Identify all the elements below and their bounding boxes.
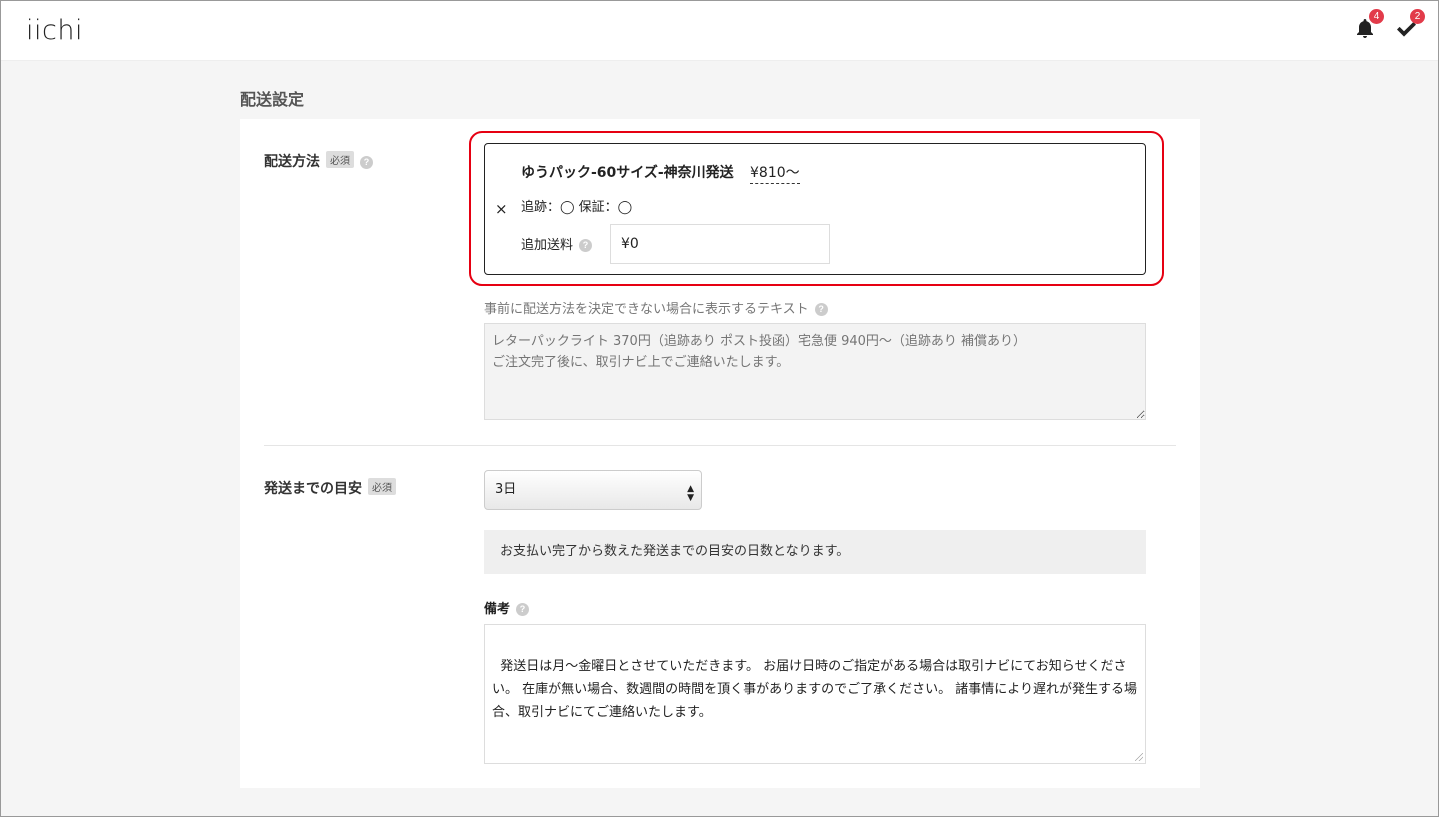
help-icon[interactable]: ?: [360, 156, 373, 169]
top-bar: iichi 4 2: [1, 1, 1438, 61]
tasks-badge: 2: [1410, 9, 1425, 24]
logo[interactable]: iichi: [26, 15, 83, 46]
undecided-text-label: 事前に配送方法を決定できない場合に表示するテキスト?: [484, 298, 828, 317]
notifications-button[interactable]: 4: [1353, 9, 1384, 45]
notifications-badge: 4: [1369, 9, 1384, 24]
shipping-days-label: 発送までの目安 必須: [264, 478, 396, 498]
required-badge: 必須: [368, 478, 396, 495]
shipping-method-name: ゆうパック-60サイズ-神奈川発送: [521, 165, 734, 181]
select-arrows-icon: ▲ ▼: [687, 484, 694, 503]
divider: [264, 445, 1176, 446]
remove-shipping-button[interactable]: ×: [495, 200, 508, 218]
additional-fee-input[interactable]: ¥0: [610, 224, 830, 264]
page-title: 配送設定: [240, 90, 305, 109]
shipping-days-select[interactable]: 3日 ▲ ▼: [484, 470, 702, 510]
undecided-text-input[interactable]: [484, 323, 1146, 420]
help-icon[interactable]: ?: [579, 239, 593, 252]
tracking-info: 追跡：◯ 保証：◯: [521, 200, 633, 215]
resize-handle[interactable]: [1135, 753, 1143, 761]
note-textarea[interactable]: 発送日は月〜金曜日とさせていただきます。 お届け日時のご指定がある場合は取引ナビ…: [484, 624, 1146, 764]
help-icon[interactable]: ?: [814, 303, 828, 316]
tasks-button[interactable]: 2: [1394, 9, 1425, 45]
required-badge: 必須: [326, 151, 354, 168]
shipping-price[interactable]: ¥810〜: [750, 162, 800, 184]
shipping-days-info: お支払い完了から数えた発送までの目安の日数となります。: [484, 530, 1146, 574]
shipping-method-label: 配送方法 必須?: [264, 151, 373, 171]
note-label: 備考?: [484, 598, 530, 617]
additional-fee-label: 追加送料?: [521, 234, 593, 253]
help-icon[interactable]: ?: [516, 603, 530, 616]
